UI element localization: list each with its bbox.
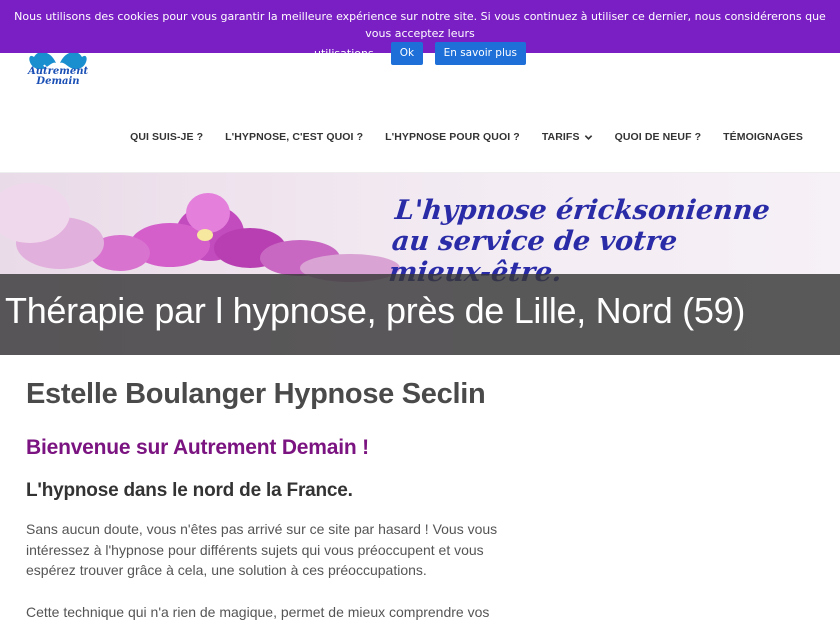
nav-label: TÉMOIGNAGES — [723, 131, 803, 143]
orchid-flower-image — [0, 183, 400, 282]
intro-paragraph: Sans aucun doute, vous n'êtes pas arrivé… — [26, 521, 498, 578]
nav-item-temoignages[interactable]: TÉMOIGNAGES — [723, 131, 803, 143]
nav-label: L'HYPNOSE, C'EST QUOI ? — [225, 131, 364, 143]
logo-text[interactable]: Autrement Demain — [28, 67, 88, 87]
tagline-line2: au service de votre — [390, 226, 679, 257]
second-paragraph: Cette technique qui n'a rien de magique,… — [26, 603, 490, 620]
nav-item-quoi-de-neuf[interactable]: QUOI DE NEUF ? — [615, 131, 702, 143]
logo-line2: Demain — [36, 76, 80, 87]
nav-item-hypnose-cest-quoi[interactable]: L'HYPNOSE, C'EST QUOI ? — [225, 131, 363, 143]
cookie-message-line1: Nous utilisons des cookies pour vous gar… — [14, 10, 826, 40]
page-title: Estelle Boulanger Hypnose Seclin — [26, 378, 486, 410]
hero-banner: L'hypnose éricksonienne au service de vo… — [0, 173, 840, 355]
cookie-message: Nous utilisons des cookies pour vous gar… — [0, 0, 840, 65]
nav-label: TARIFS — [541, 131, 580, 143]
nav-label: L'HYPNOSE POUR QUOI ? — [385, 131, 520, 143]
nav-item-qui-suis-je[interactable]: QUI SUIS-JE ? — [130, 131, 203, 143]
nav-item-hypnose-pour-quoi[interactable]: L'HYPNOSE POUR QUOI ? — [385, 131, 520, 143]
cookie-consent-bar: Nous utilisons des cookies pour vous gar… — [0, 0, 840, 65]
tagline-line1: L'hypnose éricksonienne — [393, 195, 772, 226]
chevron-down-icon — [584, 134, 592, 140]
nav-item-tarifs[interactable]: TARIFS — [542, 131, 593, 143]
cookie-message-line2: utilisations. — [313, 46, 378, 60]
nav-label: QUOI DE NEUF ? — [614, 131, 702, 143]
section-subtitle: L'hypnose dans le nord de la France. — [26, 480, 353, 501]
main-content: Estelle Boulanger Hypnose Seclin Bienven… — [26, 378, 526, 622]
nav-label: QUI SUIS-JE ? — [130, 131, 204, 143]
banner-caption: Thérapie par l hypnose, près de Lille, N… — [5, 290, 746, 331]
cookie-ok-button[interactable]: Ok — [390, 42, 424, 65]
cookie-more-button[interactable]: En savoir plus — [434, 42, 527, 65]
welcome-heading: Bienvenue sur Autrement Demain ! — [26, 436, 369, 459]
main-nav: QUI SUIS-JE ? L'HYPNOSE, C'EST QUOI ? L'… — [130, 131, 803, 143]
site-header: Autrement Demain QUI SUIS-JE ? L'HYPNOSE… — [0, 51, 840, 173]
